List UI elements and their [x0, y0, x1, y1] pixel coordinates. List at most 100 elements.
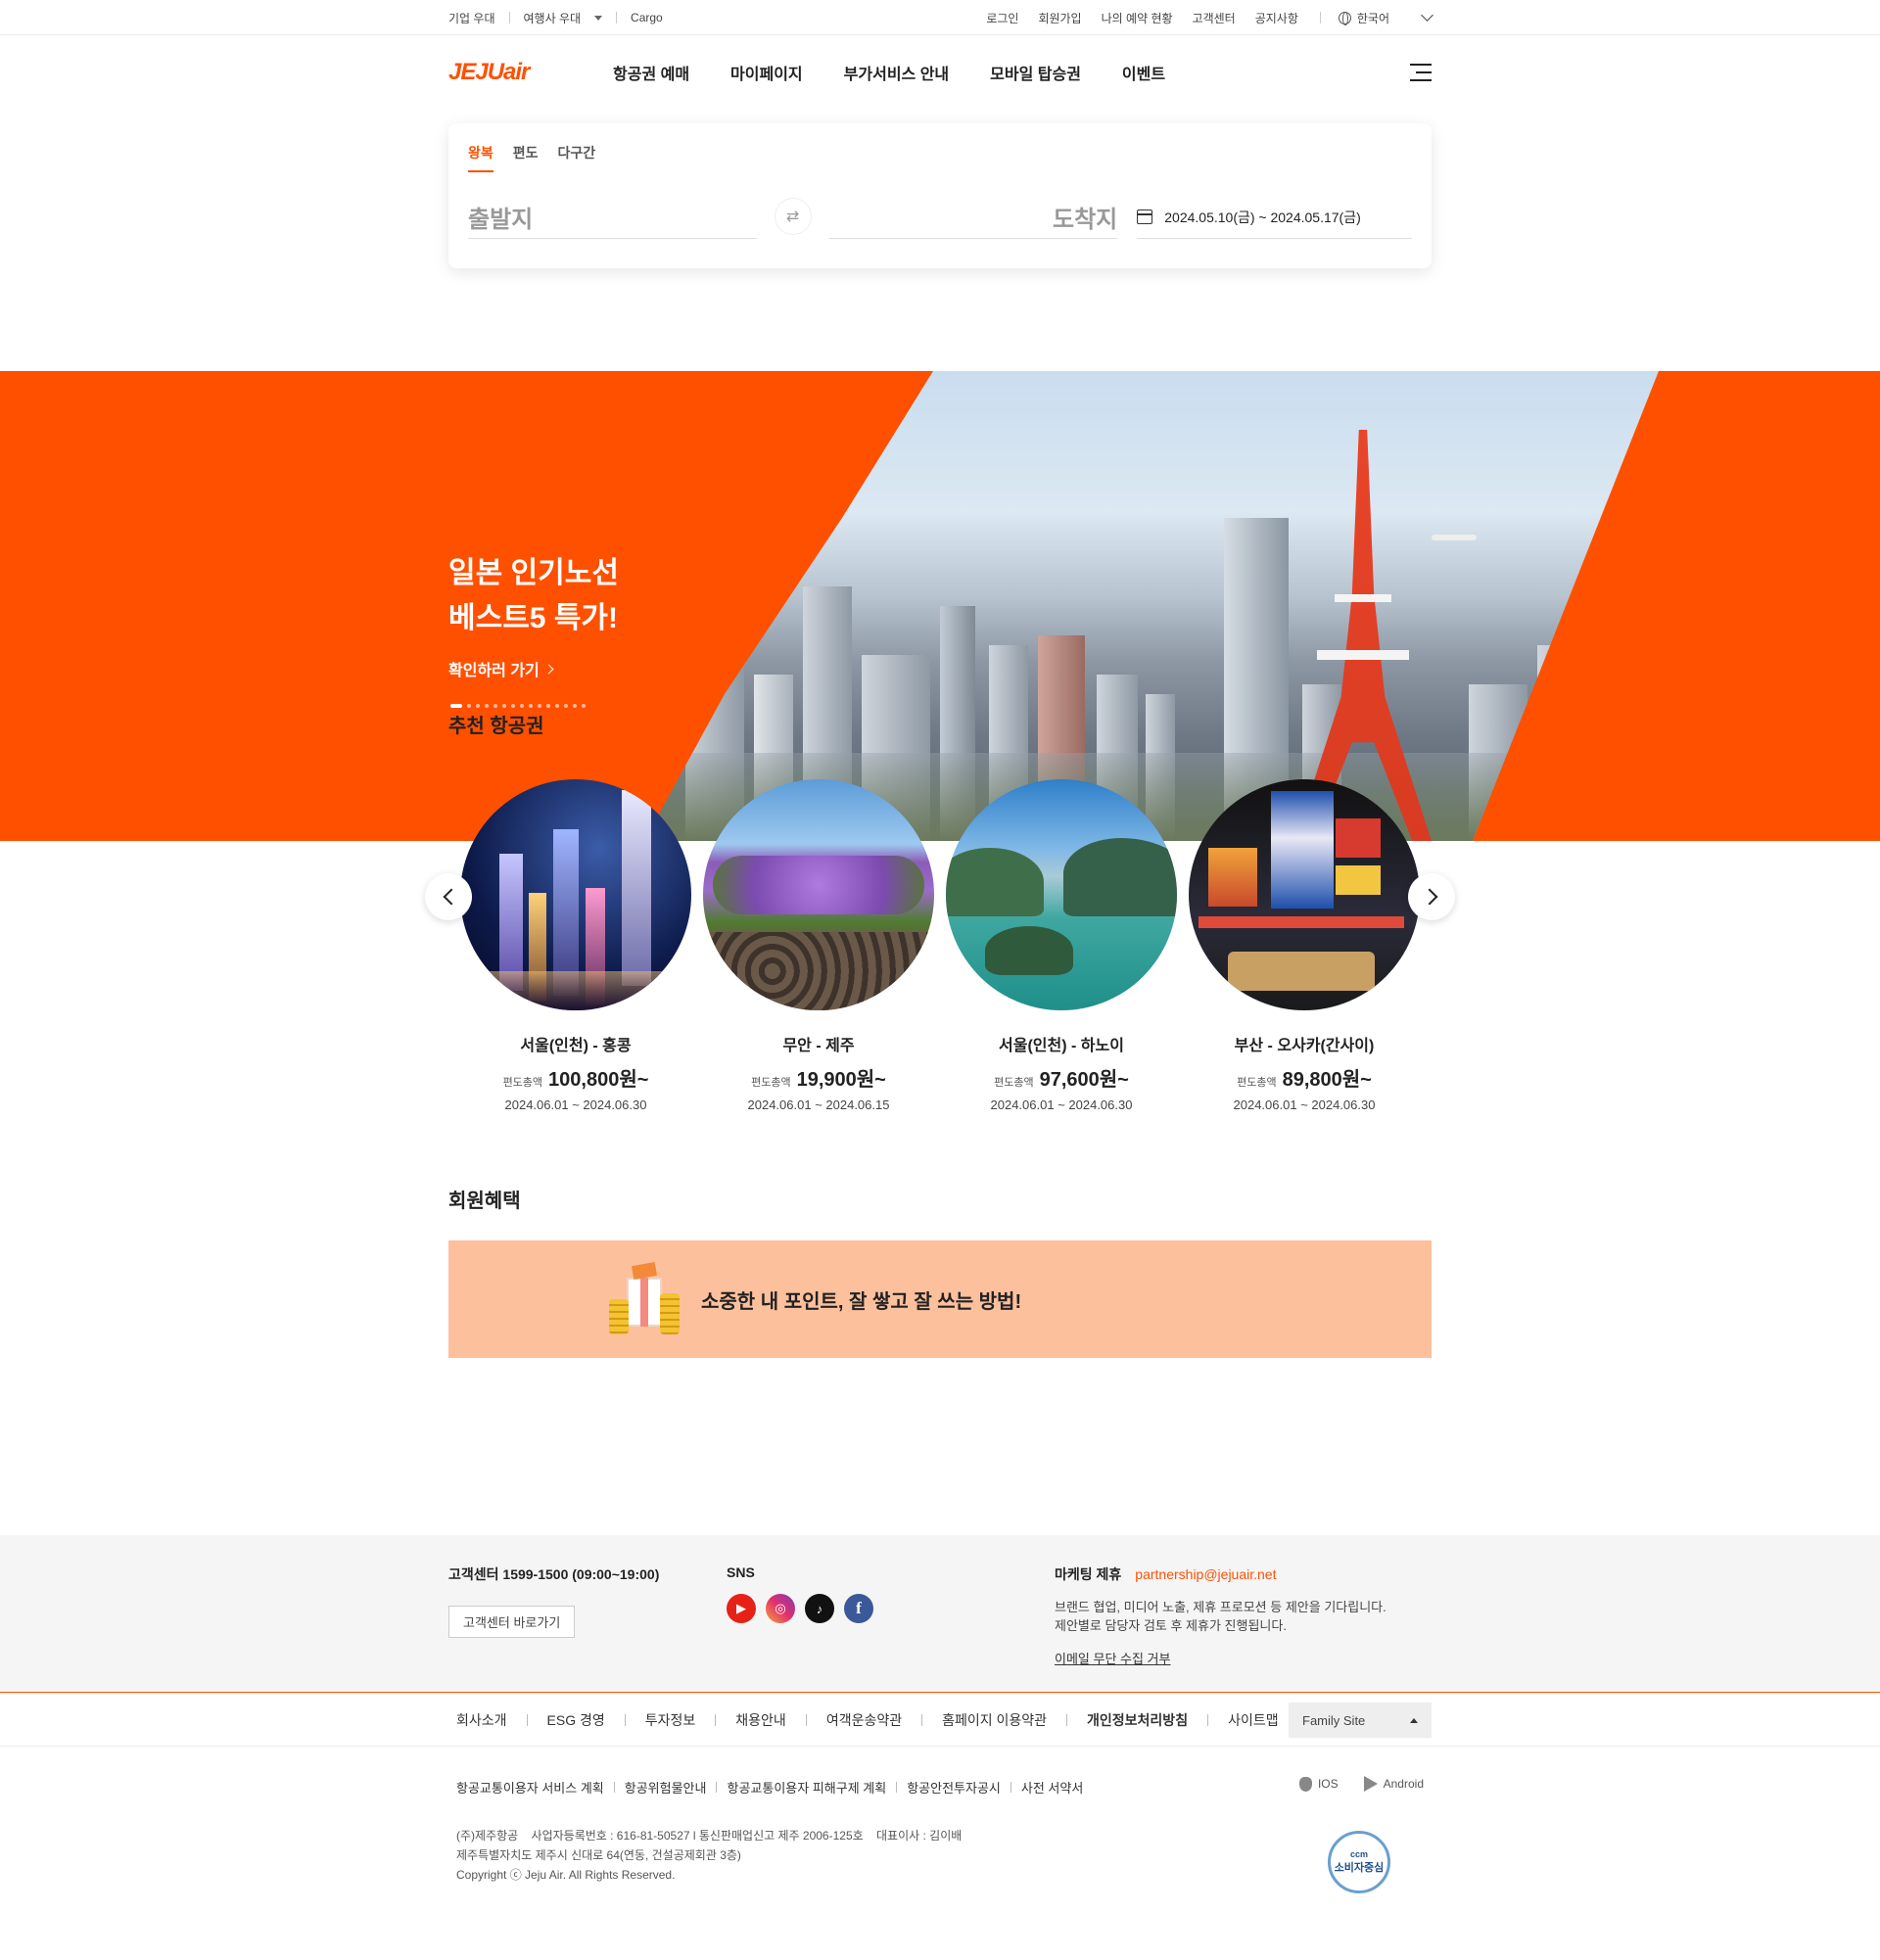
ios-app-link[interactable]: IOS	[1298, 1776, 1339, 1792]
caret-down-icon	[594, 15, 603, 21]
cargo-link[interactable]: Cargo	[631, 11, 663, 24]
chevron-right-icon	[543, 664, 554, 674]
instagram-icon[interactable]: ◎	[766, 1594, 795, 1623]
play-store-icon	[1363, 1776, 1378, 1792]
apple-icon	[1298, 1776, 1312, 1792]
policy-safety-investment[interactable]: 항공안전투자공시	[907, 1778, 1001, 1797]
ios-label: IOS	[1317, 1777, 1339, 1791]
android-app-link[interactable]: Android	[1363, 1776, 1424, 1792]
departure-field[interactable]: 출발지	[468, 196, 757, 239]
footer-link-esg[interactable]: ESG 경영	[547, 1710, 605, 1730]
corporate-link[interactable]: 기업 우대	[448, 10, 495, 26]
hamburger-menu-icon[interactable]	[1410, 64, 1432, 81]
hongkong-image	[460, 779, 691, 1010]
tab-multi-city[interactable]: 다구간	[558, 143, 596, 172]
flight-card[interactable]: 서울(인천) - 하노이 편도총액 97,600원~ 2024.06.01 ~ 2…	[946, 779, 1177, 1112]
page-dot[interactable]	[546, 704, 550, 708]
flight-card[interactable]: 부산 - 오사카(간사이) 편도총액 89,800원~ 2024.06.01 ~ …	[1189, 779, 1420, 1112]
footer-link-privacy[interactable]: 개인정보처리방침	[1087, 1710, 1188, 1730]
tab-one-way[interactable]: 편도	[513, 143, 539, 172]
page-dot[interactable]	[529, 704, 533, 708]
company-info: (주)제주항공 사업자등록번호 : 616-81-50527 l 통신판매업신고…	[456, 1826, 1424, 1885]
date-field[interactable]: 2024.05.10(금) ~ 2024.05.17(금)	[1137, 196, 1413, 239]
page-dot[interactable]	[502, 704, 506, 708]
footer-link-carriage-terms[interactable]: 여객운송약관	[826, 1710, 902, 1730]
footer-link-sitemap[interactable]: 사이트맵	[1228, 1710, 1279, 1730]
page-dot[interactable]	[520, 704, 524, 708]
menu-mypage[interactable]: 마이페이지	[730, 61, 803, 84]
flight-card[interactable]: 서울(인천) - 홍콩 편도총액 100,800원~ 2024.06.01 ~ 2…	[460, 779, 691, 1112]
marketing-email-link[interactable]: partnership@jejuair.net	[1135, 1566, 1276, 1582]
page-dot[interactable]	[476, 704, 480, 708]
page-dot[interactable]	[450, 704, 462, 708]
marketing-desc-2: 제안별로 담당자 검토 후 제휴가 진행됩니다.	[1055, 1618, 1287, 1633]
calendar-icon	[1137, 210, 1153, 224]
tab-round-trip[interactable]: 왕복	[468, 143, 494, 172]
page-dot[interactable]	[467, 704, 471, 708]
agency-link[interactable]: 여행사 우대	[524, 10, 603, 26]
page-dot[interactable]	[538, 704, 541, 708]
customer-center-info: 고객센터 1599-1500 (09:00~19:00)	[448, 1566, 660, 1582]
signup-link[interactable]: 회원가입	[1038, 10, 1081, 26]
my-reservation-link[interactable]: 나의 예약 현황	[1102, 10, 1173, 26]
customer-center-link[interactable]: 고객센터	[1193, 10, 1236, 26]
prev-button[interactable]	[425, 873, 472, 920]
page-dot[interactable]	[573, 704, 577, 708]
osaka-dotonbori-image	[1189, 779, 1420, 1010]
policy-service-plan[interactable]: 항공교통이용자 서비스 계획	[456, 1778, 604, 1797]
notice-link[interactable]: 공지사항	[1255, 10, 1298, 26]
price-label: 편도총액	[751, 1077, 791, 1089]
next-button[interactable]	[1408, 873, 1455, 920]
chevron-left-icon	[443, 888, 459, 906]
policy-pledge[interactable]: 사전 서약서	[1021, 1778, 1083, 1797]
hero-cta-label: 확인하러 가기	[448, 663, 540, 679]
app-links: IOS Android	[1274, 1776, 1424, 1792]
footer-link-company[interactable]: 회사소개	[456, 1710, 507, 1730]
page-dot[interactable]	[485, 704, 489, 708]
menu-event[interactable]: 이벤트	[1122, 61, 1165, 84]
page-dot[interactable]	[564, 704, 568, 708]
card-route: 무안 - 제주	[782, 1038, 855, 1054]
policy-dangerous-goods[interactable]: 항공위험물안내	[625, 1778, 707, 1797]
date-range: 2024.05.10(금) ~ 2024.05.17(금)	[1164, 209, 1361, 225]
gift-coins-icon	[605, 1260, 683, 1338]
family-site-select[interactable]: Family Site	[1289, 1703, 1432, 1738]
points-banner[interactable]: 소중한 내 포인트, 잘 쌓고 잘 쓰는 방법!	[448, 1240, 1432, 1358]
price-label: 편도총액	[502, 1077, 543, 1089]
page-dot[interactable]	[555, 704, 559, 708]
youtube-icon[interactable]: ▶	[727, 1594, 756, 1623]
page-dot[interactable]	[494, 704, 497, 708]
banner-text: 소중한 내 포인트, 잘 쌓고 잘 쓰는 방법!	[701, 1290, 1022, 1313]
flight-card[interactable]: 무안 - 제주 편도총액 19,900원~ 2024.06.01 ~ 2024.0…	[703, 779, 934, 1112]
sns-title: SNS	[727, 1564, 755, 1580]
language-selector[interactable]: 한국어	[1338, 9, 1434, 26]
company-info-line1: (주)제주항공 사업자등록번호 : 616-81-50527 l 통신판매업신고…	[456, 1829, 963, 1843]
tiktok-icon[interactable]: ♪	[805, 1594, 834, 1623]
swap-icon[interactable]: ⇄	[774, 198, 812, 235]
menu-services[interactable]: 부가서비스 안내	[844, 61, 950, 84]
customer-center-button[interactable]: 고객센터 바로가기	[448, 1606, 576, 1638]
company-address: 제주특별자치도 제주시 신대로 64(연동, 건설공제회관 3층)	[456, 1848, 741, 1862]
footer-link-investment[interactable]: 투자정보	[645, 1710, 696, 1730]
policy-damage-relief[interactable]: 항공교통이용자 피해구제 계획	[727, 1778, 886, 1797]
page-dot[interactable]	[511, 704, 515, 708]
email-deny-link[interactable]: 이메일 무단 수집 거부	[1055, 1649, 1170, 1667]
ccm-badge-main: 소비자중심	[1334, 1862, 1385, 1874]
facebook-icon[interactable]: f	[844, 1594, 873, 1623]
utility-bar: 기업 우대 여행사 우대 Cargo 로그인 회원가입 나의 예약 현황 고객센…	[0, 0, 1880, 35]
member-title: 회원혜택	[448, 1190, 521, 1212]
arrival-field[interactable]: 도착지	[828, 196, 1118, 239]
menu-booking[interactable]: 항공권 예매	[613, 61, 689, 84]
card-route: 부산 - 오사카(간사이)	[1234, 1038, 1375, 1054]
menu-mobile-pass[interactable]: 모바일 탑승권	[990, 61, 1081, 84]
card-period: 2024.06.01 ~ 2024.06.30	[990, 1097, 1133, 1112]
jejuair-logo[interactable]: JEJUair	[448, 59, 613, 86]
hero-title: 일본 인기노선 베스트5 특가!	[448, 551, 683, 641]
footer-link-recruit[interactable]: 채용안내	[735, 1710, 786, 1730]
page-dot[interactable]	[582, 704, 586, 708]
footer-link-site-terms[interactable]: 홈페이지 이용약관	[942, 1710, 1047, 1730]
copyright: Copyright ⓒ Jeju Air. All Rights Reserve…	[456, 1868, 676, 1882]
trip-type-tabs: 왕복 편도 다구간	[468, 143, 1412, 172]
hero-cta-link[interactable]: 확인하러 가기	[448, 657, 554, 680]
login-link[interactable]: 로그인	[986, 10, 1018, 26]
